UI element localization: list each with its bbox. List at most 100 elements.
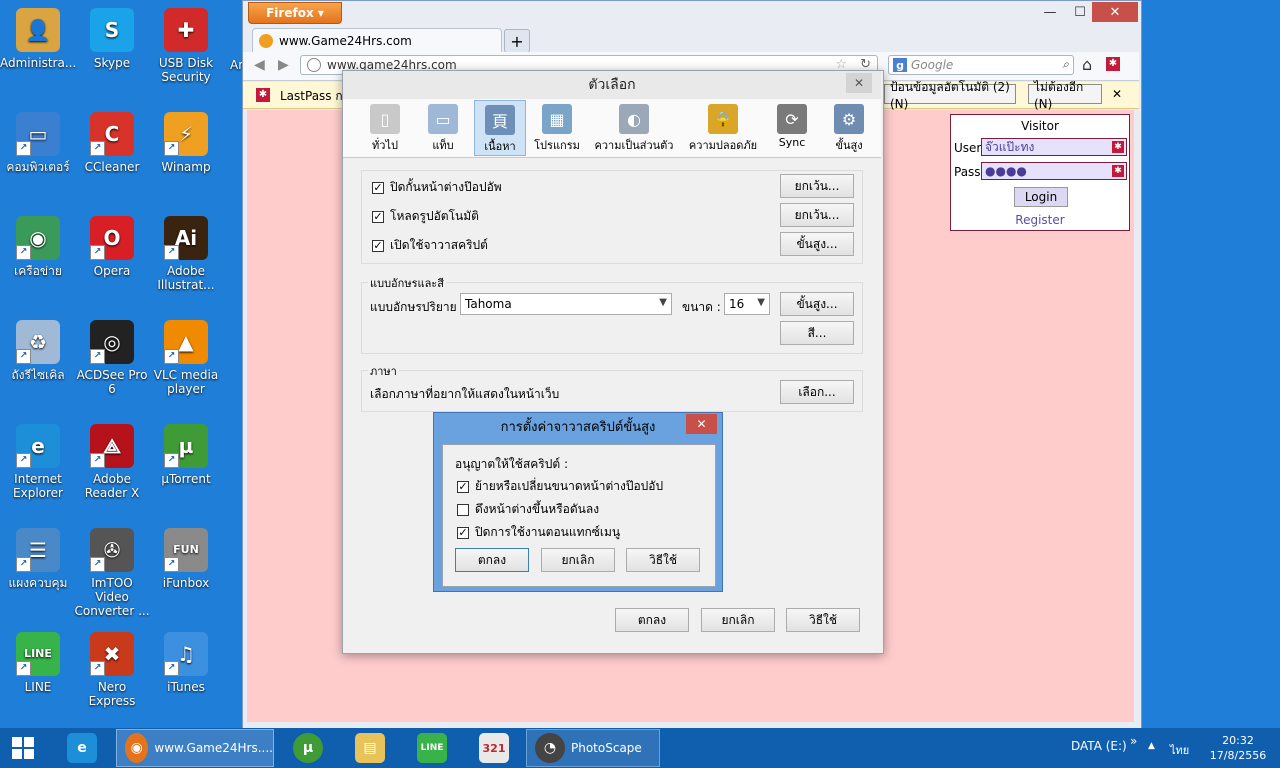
line-icon: LINE [417, 733, 447, 763]
desktop-icon[interactable]: ▭ ↗ คอมพิวเตอร์ [0, 112, 76, 174]
desktop-icon[interactable]: Ai ↗ Adobe Illustrat... [148, 216, 224, 292]
desktop-icon[interactable]: FUN ↗ iFunbox [148, 528, 224, 590]
options-tab[interactable]: 頁 เนื้อหา [474, 100, 526, 156]
checkbox-checked[interactable]: ✓ [457, 480, 469, 493]
pass-input[interactable]: ●●●● ✱ [981, 162, 1127, 180]
search-bar[interactable]: g Google ⌕ [888, 55, 1074, 75]
new-tab-button[interactable]: + [504, 29, 530, 53]
taskbar-explorer[interactable]: ▤ [350, 729, 390, 767]
lastpass-icon[interactable]: ✱ [1106, 57, 1120, 71]
content-option-button[interactable]: ยกเว้น... [780, 174, 854, 198]
options-help-button[interactable]: วิธีใช้ [786, 608, 860, 632]
language-indicator[interactable]: ไทย [1170, 741, 1189, 759]
desktop-icon[interactable]: ♻ ↗ ถังรีไซเคิล [0, 320, 76, 382]
checkbox-checked[interactable]: ✓ [372, 239, 384, 252]
clock[interactable]: 20:32 17/8/2556 [1208, 733, 1268, 763]
media-player-icon: 321 [479, 733, 509, 763]
content-option-button[interactable]: ยกเว้น... [780, 203, 854, 227]
checkbox-checked[interactable]: ✓ [457, 526, 469, 539]
clear-field-icon[interactable]: ✱ [1112, 165, 1124, 177]
desktop-icon[interactable]: S Skype [74, 8, 150, 70]
lastpass-autofill-button[interactable]: ป้อนข้อมูลอัตโนมัติ (2) (N) [884, 80, 1016, 111]
desktop-icon[interactable]: ✖ ↗ Nero Express [74, 632, 150, 708]
script-permission-option[interactable]: ✓ ย้ายหรือเปลี่ยนขนาดหน้าต่างป๊อปอัป [457, 477, 663, 496]
desktop-icon[interactable]: ⚡ ↗ Winamp [148, 112, 224, 174]
forward-arrow-icon[interactable]: ▶ [278, 57, 289, 73]
window-close-button[interactable]: ✕ [1092, 2, 1138, 22]
login-button[interactable]: Login [1014, 187, 1068, 207]
firefox-menu-button[interactable]: Firefox ▾ [248, 2, 342, 24]
taskbar-firefox[interactable]: ◉ www.Game24Hrs.... [116, 729, 274, 767]
desktop-icon[interactable]: ◉ ↗ เครือข่าย [0, 216, 76, 278]
desktop-icon[interactable]: LINE ↗ LINE [0, 632, 76, 694]
toolbar-overflow-icon[interactable]: » [1130, 734, 1137, 748]
advanced-help-button[interactable]: วิธีใช้ [626, 548, 700, 572]
desktop-icon[interactable]: e ↗ Internet Explorer [0, 424, 76, 500]
drive-toolbar-label[interactable]: DATA (E:) [1071, 739, 1127, 753]
taskbar-321-player[interactable]: 321 [474, 729, 514, 767]
desktop-icon[interactable]: ✚ USB Disk Security [148, 8, 224, 84]
lastpass-never-button[interactable]: ไม่ต้องอีก (N) [1028, 80, 1102, 111]
fonts-advanced-button[interactable]: ขั้นสูง... [780, 292, 854, 316]
desktop-icon[interactable]: ◎ ↗ ACDSee Pro 6 [74, 320, 150, 396]
default-font-select[interactable]: Tahoma ▼ [460, 293, 672, 315]
search-icon[interactable]: ⌕ [1062, 57, 1069, 72]
clock-date: 17/8/2556 [1209, 749, 1267, 762]
desktop-icon[interactable]: ✇ ↗ ImTOO Video Converter ... [74, 528, 150, 618]
clear-field-icon[interactable]: ✱ [1112, 141, 1124, 153]
opera-icon: O ↗ [90, 216, 134, 260]
home-icon[interactable]: ⌂ [1082, 55, 1092, 74]
tray-arrow-icon[interactable]: ▲ [1148, 741, 1155, 751]
browser-tab[interactable]: www.Game24Hrs.com [252, 28, 502, 52]
taskbar-firefox-label: www.Game24Hrs.... [154, 741, 273, 755]
desktop-icon[interactable]: O ↗ Opera [74, 216, 150, 278]
taskbar-ie[interactable]: e [62, 729, 102, 767]
script-permission-option[interactable]: ดึงหน้าต่างขึ้นหรือดันลง [457, 500, 599, 519]
advanced-cancel-button[interactable]: ยกเลิก [541, 548, 615, 572]
shortcut-arrow-icon: ↗ [90, 453, 105, 468]
desktop-icon[interactable]: 👤 Administra... [0, 8, 76, 70]
desktop-icon[interactable]: µ ↗ µTorrent [148, 424, 224, 486]
desktop-icon[interactable]: C ↗ CCleaner [74, 112, 150, 174]
utorrent-icon: µ ↗ [164, 424, 208, 468]
options-tab[interactable]: ◐ ความเป็นส่วนตัว [588, 100, 680, 156]
user-input[interactable]: จ๊วแป๊ะทง ✱ [981, 138, 1127, 156]
checkbox-checked[interactable]: ✓ [372, 210, 384, 223]
options-tab[interactable]: ▦ โปรแกรม [528, 100, 586, 156]
back-arrow-icon[interactable]: ◀ [254, 57, 265, 73]
desktop-icon[interactable]: ▲ ↗ VLC media player [148, 320, 224, 396]
content-option[interactable]: ✓ โหลดรูปอัตโนมัติ [372, 207, 479, 226]
desktop-icon[interactable]: ⟁ ↗ Adobe Reader X [74, 424, 150, 500]
user-folder-icon: 👤 [16, 8, 60, 52]
font-size-select[interactable]: 16 ▼ [724, 293, 770, 315]
taskbar-photoscape[interactable]: ◔ PhotoScape [526, 729, 660, 767]
content-option[interactable]: ✓ ปิดกั้นหน้าต่างป๊อปอัพ [372, 178, 502, 197]
taskbar-line[interactable]: LINE [412, 729, 452, 767]
checkbox-checked[interactable]: ✓ [372, 181, 384, 194]
choose-language-button[interactable]: เลือก... [780, 380, 854, 404]
options-close-button[interactable]: ✕ [846, 73, 872, 93]
desktop-icon[interactable]: ♫ ↗ iTunes [148, 632, 224, 694]
options-cancel-button[interactable]: ยกเลิก [701, 608, 775, 632]
google-engine-icon[interactable]: g [893, 58, 907, 72]
checkbox-unchecked[interactable] [457, 503, 469, 516]
shortcut-arrow-icon: ↗ [90, 349, 105, 364]
advanced-ok-button[interactable]: ตกลง [455, 548, 529, 572]
options-tab[interactable]: 🔒 ความปลอดภัย [682, 100, 764, 156]
options-tab[interactable]: ▯ ทั่วไป [358, 100, 412, 156]
options-tab[interactable]: ⚙ ขั้นสูง [820, 100, 878, 156]
options-ok-button[interactable]: ตกลง [615, 608, 689, 632]
notification-close-icon[interactable]: ✕ [1112, 87, 1122, 101]
content-option-button[interactable]: ขั้นสูง... [780, 232, 854, 256]
advanced-javascript-close-button[interactable]: ✕ [686, 414, 717, 434]
content-option[interactable]: ✓ เปิดใช้จาวาสคริปต์ [372, 236, 488, 255]
register-link[interactable]: Register [951, 213, 1129, 227]
taskbar-utorrent[interactable]: µ [288, 729, 328, 767]
start-button[interactable] [6, 729, 40, 767]
shortcut-arrow-icon: ↗ [90, 661, 105, 676]
desktop-icon[interactable]: ☰ ↗ แผงควบคุม [0, 528, 76, 590]
options-tab[interactable]: ⟳ Sync [766, 100, 818, 156]
colors-button[interactable]: สี... [780, 321, 854, 345]
script-permission-option[interactable]: ✓ ปิดการใช้งานตอนแทกซ์เมนู [457, 523, 620, 542]
options-tab[interactable]: ▭ แท็บ [416, 100, 470, 156]
